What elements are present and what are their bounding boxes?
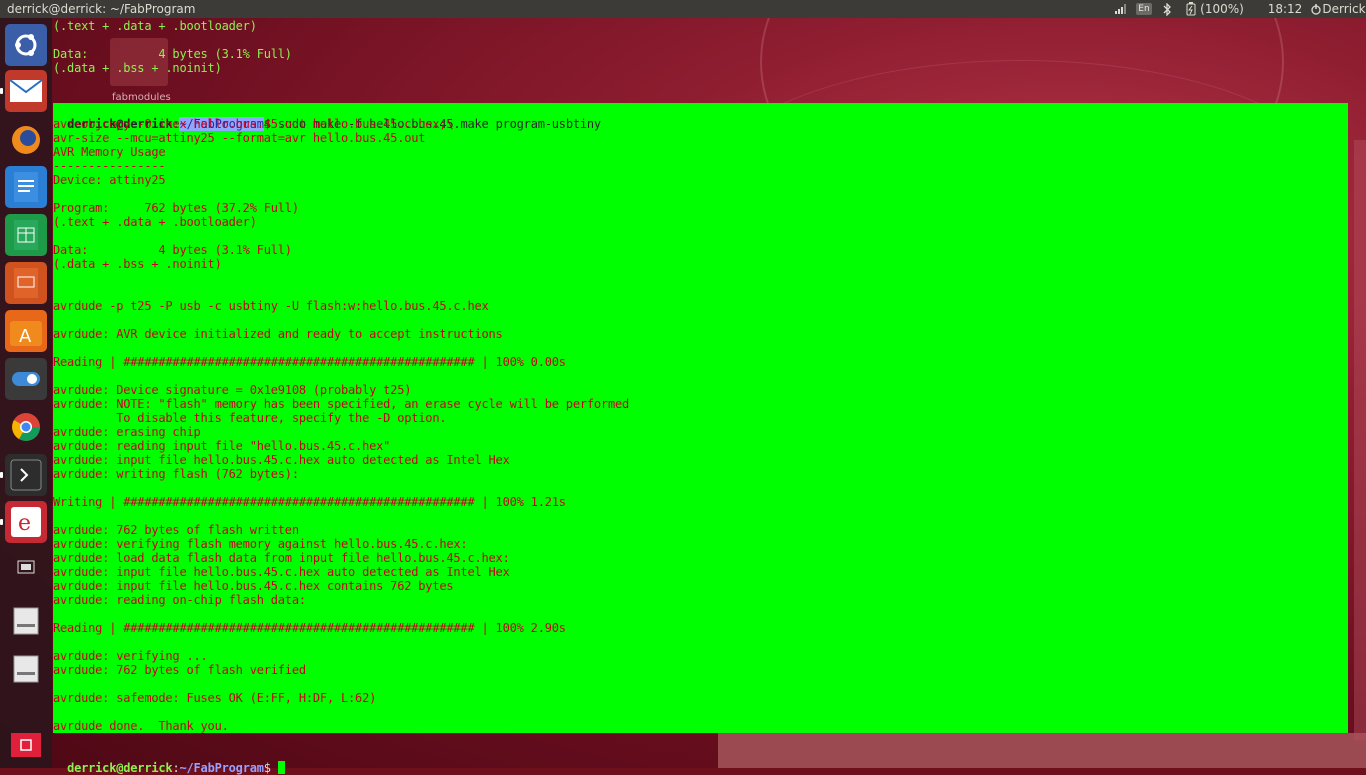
battery-percentage: (100%) [1200, 2, 1244, 16]
terminal-output-line: avrdude: Device signature = 0x1e9108 (pr… [53, 383, 412, 397]
terminal-output-line: avrdude -p t25 -P usb -c usbtiny -U flas… [53, 299, 489, 313]
terminal-output-line: avrdude: input file hello.bus.45.c.hex c… [53, 579, 454, 593]
trash-icon[interactable] [5, 723, 47, 765]
user-name[interactable]: Derrick [1322, 0, 1365, 18]
terminal-output-line: avrdude: input file hello.bus.45.c.hex a… [53, 565, 510, 579]
terminal-output-line: avrdude: NOTE: "flash" memory has been s… [53, 397, 630, 411]
background-window-edge [718, 733, 1366, 768]
terminal-output-line: avr-size --mcu=attiny25 --format=avr hel… [53, 131, 426, 145]
battery-icon[interactable] [1184, 0, 1198, 18]
terminal-output-line: ---------------- [53, 159, 166, 173]
clock[interactable]: 18:12 [1268, 0, 1303, 18]
launcher-running-indicator [0, 519, 3, 525]
terminal-output-line: To disable this feature, specify the -D … [53, 411, 447, 425]
terminal-output-line: avrdude: verifying ... [53, 649, 208, 663]
top-panel: derrick@derrick: ~/FabProgram En (100%) … [0, 0, 1366, 18]
terminal-output-line: avrdude: verifying flash memory against … [53, 537, 468, 551]
terminal-output-line: AVR Memory Usage [53, 145, 166, 159]
workspace-switcher-icon[interactable] [5, 546, 47, 588]
terminal-icon[interactable] [5, 454, 47, 496]
bluetooth-icon[interactable] [1160, 0, 1174, 18]
network-signal-icon[interactable] [1113, 0, 1129, 18]
terminal-output-line: Writing | ##############################… [53, 495, 566, 509]
firefox-icon[interactable] [5, 119, 47, 161]
prompt-user: derrick@derrick [67, 761, 173, 775]
terminal-output-line: avrdude: erasing chip [53, 425, 201, 439]
desktop-folder-label: fabmodules [112, 92, 171, 103]
terminal-output-line: (.text + .data + .bootloader) [53, 215, 257, 229]
prompt-suffix: $ [263, 761, 278, 775]
launcher-bar: Ae [0, 18, 52, 768]
terminal-output-line: avrdude: 762 bytes of flash written [53, 523, 299, 537]
launcher-running-indicator [0, 88, 3, 94]
app-e-icon[interactable]: e [5, 501, 47, 543]
terminal-bg-line: (.data + .bss + .noinit) [53, 61, 222, 75]
settings-toggle-icon[interactable] [5, 358, 47, 400]
drive-icon[interactable] [5, 600, 47, 642]
terminal-bg-line: Data: 4 bytes (3.1% Full) [53, 47, 292, 61]
background-window-scrollbar [1354, 140, 1366, 740]
terminal-output-line: Data: 4 bytes (3.1% Full) [53, 243, 292, 257]
terminal-output-line: avrdude: reading input file "hello.bus.4… [53, 439, 391, 453]
drive-icon-2[interactable] [5, 648, 47, 690]
terminal-bg-line: (.text + .data + .bootloader) [53, 19, 257, 33]
svg-text:e: e [18, 511, 31, 536]
keyboard-layout-label: En [1136, 3, 1152, 15]
terminal-output-line: avr-objcopy -O ihex hello.bus.45.out hel… [53, 117, 454, 131]
svg-text:A: A [19, 326, 32, 347]
terminal-final-prompt[interactable]: derrick@derrick:~/FabProgram$ [53, 747, 285, 775]
terminal-output-line: (.data + .bss + .noinit) [53, 257, 222, 271]
terminal-output-line: Reading | ##############################… [53, 621, 566, 635]
terminal-output-line: avrdude: writing flash (762 bytes): [53, 467, 299, 481]
window-title: derrick@derrick: ~/FabProgram [7, 2, 196, 16]
impress-icon[interactable] [5, 262, 47, 304]
ubuntu-dash-icon[interactable] [5, 24, 47, 66]
keyboard-icon[interactable]: En [1135, 0, 1153, 18]
terminal-output-line: avrdude: safemode: Fuses OK (E:FF, H:DF,… [53, 691, 377, 705]
terminal-output-line: avrdude: reading on-chip flash data: [53, 593, 306, 607]
power-icon[interactable] [1309, 0, 1323, 18]
terminal-output-line: Program: 762 bytes (37.2% Full) [53, 201, 299, 215]
calc-icon[interactable] [5, 214, 47, 256]
terminal-output-line: Device: attiny25 [53, 173, 166, 187]
prompt-path: ~/FabProgram [179, 761, 264, 775]
terminal-output-line: avrdude: input file hello.bus.45.c.hex a… [53, 453, 510, 467]
launcher-running-indicator [0, 472, 3, 478]
chrome-icon[interactable] [5, 406, 47, 448]
software-center-icon[interactable]: A [5, 310, 47, 352]
terminal-output-line: avrdude: load data flash data from input… [53, 551, 510, 565]
mail-icon[interactable] [5, 70, 47, 112]
terminal-output-line: avrdude: 762 bytes of flash verified [53, 663, 306, 677]
writer-icon[interactable] [5, 166, 47, 208]
terminal-output-line: avrdude done. Thank you. [53, 719, 229, 733]
terminal-output-line: avrdude: AVR device initialized and read… [53, 327, 503, 341]
terminal-output-line: Reading | ##############################… [53, 355, 566, 369]
